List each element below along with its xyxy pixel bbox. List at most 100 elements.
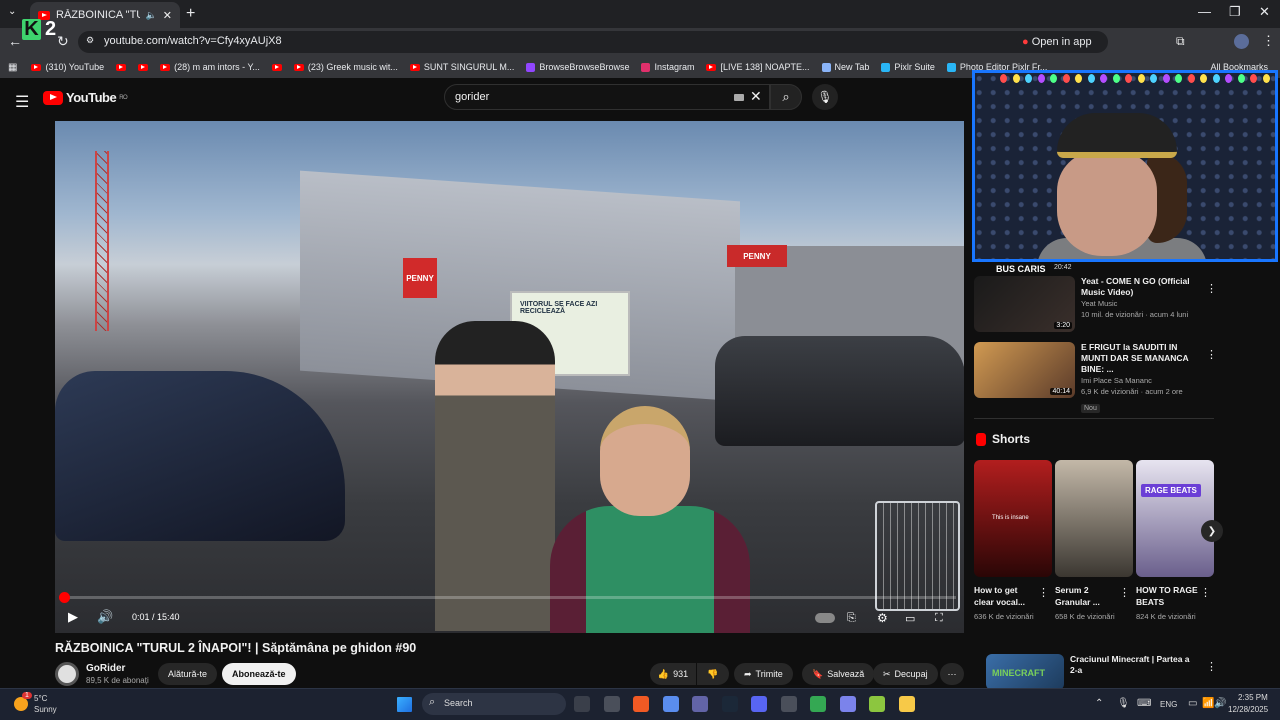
language-indicator[interactable]: ENG	[1160, 700, 1177, 709]
bookmark-item[interactable]: (28) m am intors - Y...	[160, 62, 260, 72]
recommendation-title[interactable]: E FRIGUT la SAUDITI IN MUNTI DAR SE MANA…	[1081, 342, 1203, 375]
join-button[interactable]: Alătură-te	[158, 663, 218, 685]
reload-button[interactable]: ↻	[57, 33, 69, 50]
folder-icon[interactable]	[898, 696, 915, 712]
save-button[interactable]: 🔖 Salvează	[802, 663, 875, 685]
site-info-icon[interactable]: ⚙	[86, 35, 94, 46]
short-thumbnail[interactable]	[1055, 460, 1133, 577]
chrome-icon[interactable]	[810, 696, 826, 712]
more-actions-button[interactable]: ⋯	[940, 663, 964, 685]
bookmark-item[interactable]: New Tab	[821, 62, 869, 72]
tab-close-icon[interactable]: ✕	[163, 9, 172, 22]
profile-avatar[interactable]	[1234, 34, 1249, 49]
new-tab-button[interactable]: +	[186, 5, 195, 23]
bookmark-item[interactable]: (310) YouTube	[31, 62, 104, 72]
weather-icon[interactable]	[14, 697, 28, 711]
recommendation-title[interactable]: Craciunul Minecraft | Partea a 2-a	[1070, 654, 1192, 676]
video-thumbnail[interactable]: MINECRAFT	[986, 654, 1064, 690]
maximize-button[interactable]: ❐	[1229, 4, 1241, 20]
bookmark-item[interactable]	[271, 63, 282, 71]
like-button[interactable]: 👍 931	[650, 663, 696, 685]
video-thumbnail[interactable]: 40:14	[974, 342, 1075, 398]
volume-tray-icon[interactable]: 🔊	[1214, 698, 1226, 709]
clip-button[interactable]: ✂ Decupaj	[873, 663, 938, 685]
clock-date[interactable]: 12/28/2025	[1228, 705, 1268, 714]
brave-icon[interactable]	[633, 696, 649, 712]
autoplay-toggle[interactable]	[815, 613, 835, 623]
wifi-icon[interactable]: 📶	[1202, 698, 1214, 709]
display-icon[interactable]: ▭	[1188, 698, 1197, 709]
calculator-icon[interactable]	[780, 696, 797, 712]
more-options-icon[interactable]: ⋮	[1206, 282, 1217, 295]
open-in-app-button[interactable]: ● Open in app	[1016, 34, 1098, 50]
windows-start-icon[interactable]	[397, 697, 412, 712]
chat-icon[interactable]	[839, 696, 856, 712]
video-player[interactable]: PENNY PENNY VIITORUL SE FACE AZI RECICLE…	[55, 121, 964, 633]
recommendation-item[interactable]: MINECRAFT Craciunul Minecraft | Partea a …	[986, 654, 1226, 690]
dislike-button[interactable]: 👎	[697, 663, 729, 685]
speaker-icon[interactable]: 🔈	[146, 10, 157, 21]
file-explorer-icon[interactable]	[574, 696, 590, 712]
video-thumbnail[interactable]: 3:20	[974, 276, 1075, 332]
recommendation-title[interactable]: Yeat - COME N GO (Official Music Video)	[1081, 276, 1203, 298]
clear-search-icon[interactable]: ✕	[750, 88, 762, 105]
youtube-logo[interactable]: YouTube RO	[43, 90, 128, 105]
tab-list-chevron-icon[interactable]: ⌄	[8, 6, 16, 17]
short-thumbnail[interactable]: This is insane	[974, 460, 1052, 577]
search-input[interactable]: gorider	[444, 84, 770, 110]
steam-icon[interactable]	[721, 696, 738, 712]
bookmark-item[interactable]	[116, 63, 127, 71]
miniplayer-icon[interactable]: ▭	[905, 612, 915, 625]
more-options-icon[interactable]: ⋮	[1038, 586, 1049, 599]
share-button[interactable]: ➦ Trimite	[734, 663, 793, 685]
keyboard-tray-icon[interactable]: ⌨	[1137, 698, 1151, 709]
recommendation-item[interactable]: 3:20 Yeat - COME N GO (Official Music Vid…	[974, 276, 1214, 332]
shorts-next-button[interactable]: ❯	[1201, 520, 1223, 542]
hamburger-menu-icon[interactable]: ☰	[15, 92, 29, 112]
clock-time[interactable]: 2:35 PM	[1238, 693, 1268, 702]
bookmark-item[interactable]: Instagram	[641, 62, 694, 72]
subscribe-button[interactable]: Abonează-te	[222, 663, 296, 685]
short-title[interactable]: How to get clear vocal...	[974, 584, 1036, 608]
channel-avatar[interactable]	[55, 662, 79, 686]
browser-menu-icon[interactable]: ⋮	[1262, 33, 1275, 49]
bookmark-item[interactable]: BrowseBrowseBrowse	[526, 62, 629, 72]
bookmark-item[interactable]: [LIVE 138] NOAPTE...	[706, 62, 810, 72]
short-title[interactable]: Serum 2 Granular ...	[1055, 584, 1117, 608]
more-options-icon[interactable]: ⋮	[1206, 348, 1217, 361]
minimize-button[interactable]: —	[1198, 4, 1211, 19]
recommendation-item[interactable]: 40:14 E FRIGUT la SAUDITI IN MUNTI DAR SE…	[974, 342, 1214, 415]
teams-icon[interactable]	[692, 696, 708, 712]
recommendation-channel[interactable]: Yeat Music	[1081, 298, 1203, 309]
back-button[interactable]: ←	[8, 33, 22, 49]
mic-tray-icon[interactable]: 🎙	[1117, 698, 1130, 709]
vegas-icon[interactable]	[869, 696, 885, 712]
more-options-icon[interactable]: ⋮	[1206, 660, 1217, 673]
channel-name[interactable]: GoRider	[86, 663, 125, 674]
short-thumbnail[interactable]: RAGE BEATS	[1136, 460, 1214, 577]
bookmark-item[interactable]: SUNT SINGURUL M...	[409, 62, 514, 72]
url-field[interactable]: ⚙ youtube.com/watch?v=Cfy4xyAUjX8	[78, 31, 1108, 53]
bookmark-item[interactable]	[138, 63, 149, 71]
keyboard-icon[interactable]	[734, 94, 744, 101]
bookmark-item[interactable]: Pixlr Suite	[881, 62, 935, 72]
progress-bar[interactable]	[59, 592, 956, 603]
scrubber-handle[interactable]	[59, 592, 70, 603]
voice-search-button[interactable]: 🎙	[812, 84, 838, 110]
subtitles-icon[interactable]: ⎘	[847, 612, 856, 625]
short-title[interactable]: HOW TO RAGE BEATS	[1136, 584, 1198, 608]
fullscreen-icon[interactable]: ⛶	[935, 612, 943, 625]
settings-icon[interactable]: ⚙	[877, 611, 888, 625]
more-options-icon[interactable]: ⋮	[1119, 586, 1130, 599]
close-window-button[interactable]: ✕	[1259, 4, 1270, 20]
play-button[interactable]: ▶	[68, 609, 78, 625]
taskbar-search[interactable]: ⌕ Search	[422, 693, 566, 715]
bookmark-item[interactable]: (23) Greek music wit...	[293, 62, 398, 72]
volume-icon[interactable]: 🔊	[97, 609, 113, 625]
discord-icon[interactable]	[751, 696, 767, 712]
more-options-icon[interactable]: ⋮	[1200, 586, 1211, 599]
tray-chevron-icon[interactable]: ⌃	[1095, 698, 1103, 709]
search-button[interactable]: ⌕	[770, 84, 802, 110]
recommendation-channel[interactable]: Imi Place Sa Mananc	[1081, 375, 1203, 386]
extensions-icon[interactable]: ⧉	[1176, 34, 1185, 49]
